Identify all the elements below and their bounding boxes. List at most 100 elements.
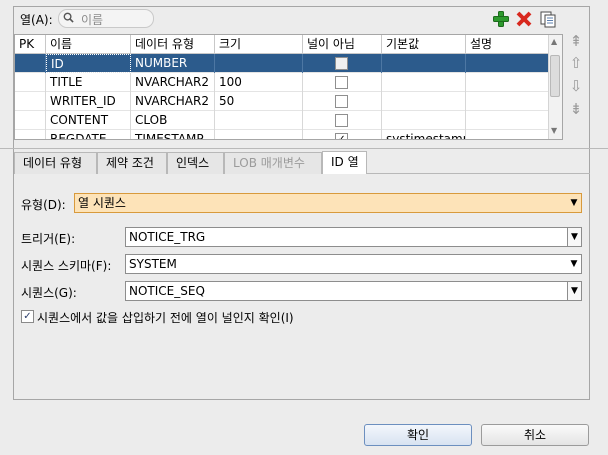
search-placeholder: 이름 — [81, 13, 104, 27]
cell-size[interactable]: 100 — [215, 73, 303, 92]
type-select[interactable]: 열 시퀀스 ▼ — [74, 193, 582, 213]
table-row[interactable]: REGDATE TIMESTAMP ✓ systimestamp — [15, 130, 551, 139]
cell-desc[interactable] — [466, 111, 551, 130]
x-icon — [516, 11, 532, 27]
column-search-input[interactable]: 이름 — [58, 9, 154, 28]
splitter[interactable] — [0, 148, 608, 149]
table-row[interactable]: ID NUMBER — [15, 54, 551, 73]
cell-not-null[interactable] — [303, 111, 382, 130]
tab-indexes[interactable]: 인덱스 — [167, 152, 224, 174]
cancel-button[interactable]: 취소 — [481, 424, 589, 446]
columns-label: 열(A): — [20, 13, 53, 27]
move-up-button[interactable]: ⇧ — [567, 53, 585, 73]
remove-column-button[interactable] — [515, 10, 533, 28]
cell-pk[interactable] — [15, 111, 46, 130]
type-label: 유형(D): — [21, 198, 66, 212]
cell-pk[interactable] — [15, 92, 46, 111]
plus-icon — [493, 11, 509, 27]
cell-type[interactable]: NUMBER — [131, 54, 215, 73]
cell-size[interactable] — [215, 130, 303, 139]
move-bottom-icon: ⇟ — [569, 100, 583, 118]
table-row[interactable]: TITLE NVARCHAR2 100 — [15, 73, 551, 92]
type-value: 열 시퀀스 — [78, 196, 126, 210]
header-size[interactable]: 크기 — [215, 35, 303, 54]
columns-table: PK 이름 데이터 유형 크기 널이 아님 기본값 설명 ID NUMBER T… — [14, 34, 563, 140]
cell-not-null[interactable] — [303, 92, 382, 111]
chevron-down-icon: ▼ — [570, 198, 578, 208]
tab-id-column[interactable]: ID 열 — [322, 151, 367, 174]
cell-default[interactable] — [382, 92, 466, 111]
move-bottom-button[interactable]: ⇟ — [567, 99, 585, 119]
cell-size[interactable] — [215, 54, 303, 73]
cell-not-null[interactable] — [303, 73, 382, 92]
table-header: PK 이름 데이터 유형 크기 널이 아님 기본값 설명 — [15, 35, 551, 54]
arrow-up-icon: ⇧ — [569, 54, 583, 72]
cell-desc[interactable] — [466, 54, 551, 73]
not-null-checkbox[interactable] — [335, 95, 348, 108]
cell-type[interactable]: TIMESTAMP — [131, 130, 215, 139]
table-row[interactable]: CONTENT CLOB — [15, 111, 551, 130]
scroll-up-icon[interactable]: ▲ — [551, 37, 557, 46]
schema-select[interactable]: SYSTEM ▼ — [125, 254, 582, 274]
search-icon — [63, 12, 74, 23]
cell-name[interactable]: REGDATE — [46, 130, 131, 139]
header-pk[interactable]: PK — [15, 35, 46, 54]
header-type[interactable]: 데이터 유형 — [131, 35, 215, 54]
cell-desc[interactable] — [466, 130, 551, 139]
cell-pk[interactable] — [15, 130, 46, 139]
scroll-down-icon[interactable]: ▼ — [551, 126, 557, 135]
header-not-null[interactable]: 널이 아님 — [303, 35, 382, 54]
cell-not-null[interactable]: ✓ — [303, 130, 382, 139]
cell-default[interactable] — [382, 54, 466, 73]
schema-label: 시퀀스 스키마(F): — [21, 259, 112, 273]
cell-name[interactable]: ID — [46, 54, 131, 73]
cell-type[interactable]: NVARCHAR2 — [131, 92, 215, 111]
cell-size[interactable]: 50 — [215, 92, 303, 111]
trigger-combo[interactable]: NOTICE_TRG ▼ — [125, 227, 582, 247]
tab-data-type[interactable]: 데이터 유형 — [14, 152, 97, 174]
copy-icon — [540, 11, 556, 28]
trigger-value: NOTICE_TRG — [129, 230, 206, 244]
not-null-checkbox[interactable] — [335, 57, 348, 70]
cell-pk[interactable] — [15, 54, 46, 73]
chevron-down-icon[interactable]: ▼ — [567, 228, 581, 246]
move-top-button[interactable]: ⇞ — [567, 31, 585, 51]
scrollbar-thumb[interactable] — [550, 55, 560, 97]
cell-name[interactable]: TITLE — [46, 73, 131, 92]
cell-not-null[interactable] — [303, 54, 382, 73]
copy-column-button[interactable] — [539, 10, 557, 28]
trigger-label: 트리거(E): — [21, 232, 76, 246]
chevron-down-icon[interactable]: ▼ — [567, 282, 581, 300]
header-desc[interactable]: 설명 — [466, 35, 551, 54]
cell-type[interactable]: CLOB — [131, 111, 215, 130]
cell-desc[interactable] — [466, 73, 551, 92]
check-null-checkbox[interactable]: ✓ — [21, 310, 34, 323]
cell-default[interactable] — [382, 73, 466, 92]
sequence-label: 시퀀스(G): — [21, 286, 77, 300]
ok-button[interactable]: 확인 — [364, 424, 472, 446]
add-column-button[interactable] — [492, 10, 510, 28]
cell-size[interactable] — [215, 111, 303, 130]
schema-value: SYSTEM — [129, 257, 177, 271]
move-down-button[interactable]: ⇩ — [567, 76, 585, 96]
cell-type[interactable]: NVARCHAR2 — [131, 73, 215, 92]
cell-default[interactable]: systimestamp — [382, 130, 466, 139]
check-null-label[interactable]: 시퀀스에서 값을 삽입하기 전에 열이 널인지 확인(I) — [37, 309, 294, 326]
arrow-down-icon: ⇩ — [569, 77, 583, 95]
header-name[interactable]: 이름 — [46, 35, 131, 54]
cell-pk[interactable] — [15, 73, 46, 92]
not-null-checkbox[interactable]: ✓ — [335, 133, 348, 139]
cell-name[interactable]: CONTENT — [46, 111, 131, 130]
chevron-down-icon: ▼ — [570, 259, 578, 269]
not-null-checkbox[interactable] — [335, 114, 348, 127]
move-top-icon: ⇞ — [569, 32, 583, 50]
sequence-combo[interactable]: NOTICE_SEQ ▼ — [125, 281, 582, 301]
not-null-checkbox[interactable] — [335, 76, 348, 89]
tab-constraints[interactable]: 제약 조건 — [97, 152, 167, 174]
table-row[interactable]: WRITER_ID NVARCHAR2 50 — [15, 92, 551, 111]
tab-lob-params: LOB 매개변수 — [224, 152, 322, 174]
cell-desc[interactable] — [466, 92, 551, 111]
cell-default[interactable] — [382, 111, 466, 130]
cell-name[interactable]: WRITER_ID — [46, 92, 131, 111]
header-default[interactable]: 기본값 — [382, 35, 466, 54]
